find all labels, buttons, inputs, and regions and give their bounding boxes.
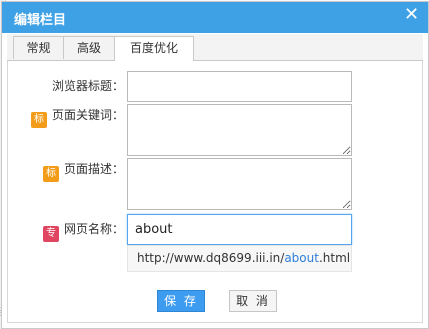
save-button[interactable]: 保 存 [157, 290, 205, 312]
standard-badge-icon: 标 [42, 166, 59, 182]
url-preview: http://www.dq8699.iii.in/about.html [127, 245, 352, 272]
page-name-label: 网页名称： [63, 222, 124, 236]
url-suffix: .html [318, 251, 351, 265]
tab-bar: 常规 高级 百度优化 [7, 34, 423, 61]
tab-content-panel: 浏览器标题： 标页面关键词： 标页面描述： 专网页名称： http://www.… [7, 61, 423, 323]
dialog-titlebar: 编辑栏目 ✕ [2, 2, 428, 33]
browser-title-input[interactable] [127, 71, 352, 102]
url-prefix: http://www.dq8699.iii.in/ [137, 251, 285, 265]
url-highlight: about [284, 251, 319, 265]
page-name-input[interactable] [127, 214, 352, 245]
edit-column-dialog: 编辑栏目 ✕ 常规 高级 百度优化 浏览器标题： 标页面关键词： 标页面描述： … [1, 1, 429, 329]
keywords-label-wrap: 标页面关键词： [30, 105, 124, 128]
tab-baidu-seo[interactable]: 百度优化 [114, 36, 194, 61]
keywords-label: 页面关键词： [51, 108, 124, 122]
close-icon[interactable]: ✕ [404, 6, 420, 24]
tab-general[interactable]: 常规 [13, 36, 64, 59]
description-textarea[interactable] [127, 158, 352, 210]
description-row: 标页面描述： [8, 158, 422, 210]
browser-title-label: 浏览器标题： [51, 79, 124, 93]
browser-title-row: 浏览器标题： [8, 71, 422, 102]
keywords-textarea[interactable] [127, 104, 352, 156]
description-label: 页面描述： [63, 162, 124, 176]
tab-advanced[interactable]: 高级 [63, 36, 115, 59]
cancel-button[interactable]: 取 消 [229, 290, 277, 312]
special-badge-icon: 专 [42, 226, 59, 242]
standard-badge-icon: 标 [30, 112, 47, 128]
page-name-row: 专网页名称： [8, 214, 422, 245]
keywords-row: 标页面关键词： [8, 104, 422, 156]
page-name-label-wrap: 专网页名称： [42, 219, 124, 242]
dialog-title: 编辑栏目 [14, 13, 67, 28]
description-label-wrap: 标页面描述： [42, 159, 124, 182]
